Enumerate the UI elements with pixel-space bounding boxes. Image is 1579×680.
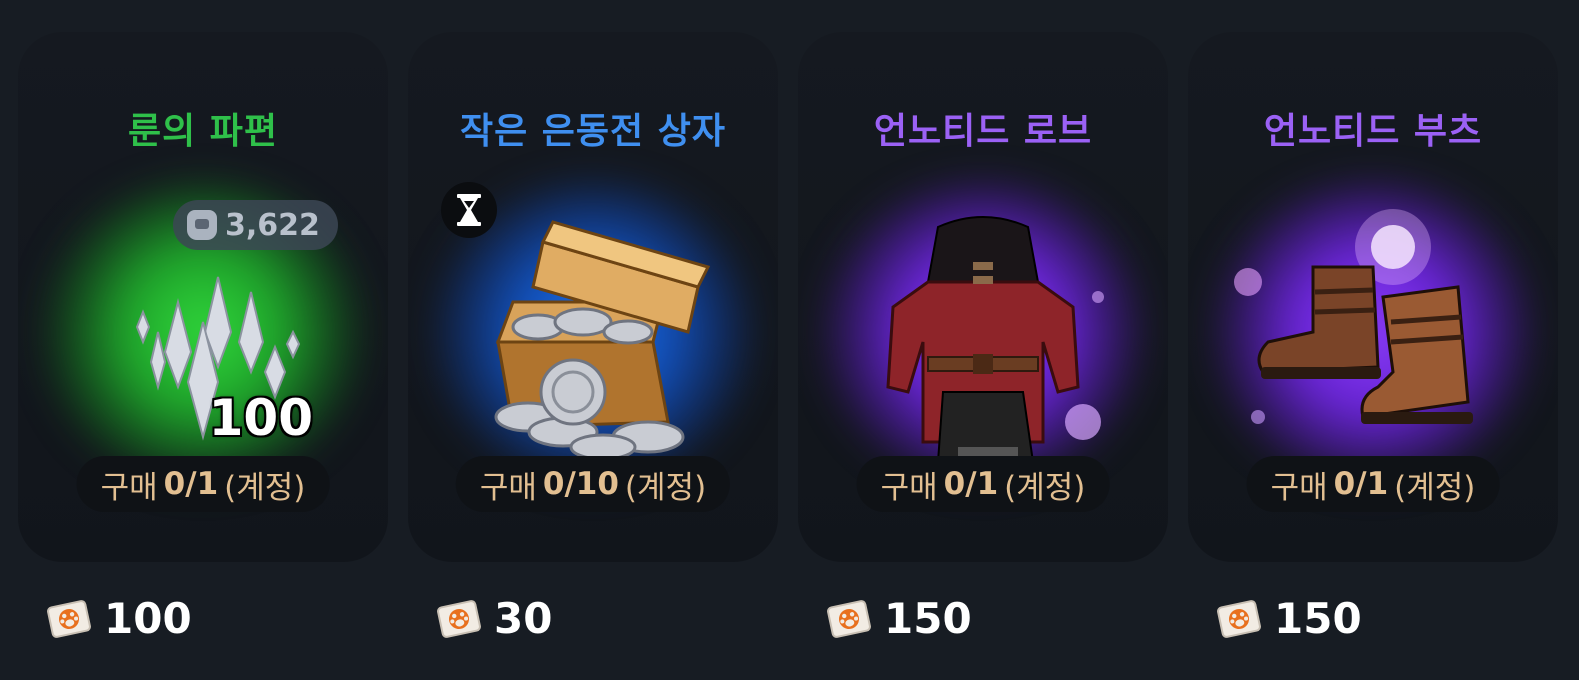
limit-count: 0/1 [943, 466, 999, 502]
price-value: 30 [494, 594, 553, 643]
limit-scope: (계정) [624, 469, 707, 506]
purchase-limit: 구매 0/1 (계정) [856, 456, 1110, 512]
item-card[interactable]: 언노티드 부츠 구매 0/1 (계정) [1188, 32, 1558, 562]
owned-count-badge: 3,622 [173, 200, 338, 250]
limit-label: 구매 [880, 469, 938, 506]
paw-ticket-icon [1217, 599, 1261, 638]
purchase-limit: 구매 0/1 (계정) [76, 456, 330, 512]
price-button[interactable]: 150 [1217, 594, 1362, 643]
limit-scope: (계정) [224, 469, 306, 506]
limit-label: 구매 [479, 469, 537, 506]
shop-item-unnoted-boots: 언노티드 부츠 구매 0/1 (계정) 150 [1188, 32, 1558, 643]
price-button[interactable]: 30 [437, 594, 553, 643]
item-quantity: 100 [208, 389, 313, 447]
limit-count: 0/10 [542, 466, 619, 502]
limit-count: 0/1 [1333, 466, 1389, 502]
shop-grid: 룬의 파편 3,622 100 구매 0/1 (계정) 100 작은 은동전 상… [0, 0, 1579, 680]
coin-chest-icon [494, 220, 711, 461]
shop-item-rune-shard: 룬의 파편 3,622 100 구매 0/1 (계정) 100 [18, 32, 388, 643]
limit-label: 구매 [100, 469, 158, 506]
hourglass-icon[interactable] [441, 182, 497, 238]
shop-item-silver-coin-box: 작은 은동전 상자 구매 0/10 (계정) 30 [408, 32, 778, 643]
item-title: 언노티드 로브 [873, 111, 1093, 152]
boots-icon [1234, 209, 1473, 424]
price-value: 100 [104, 594, 192, 643]
price-button[interactable]: 100 [47, 594, 192, 643]
owned-count: 3,622 [225, 207, 320, 243]
paw-ticket-icon [827, 599, 871, 638]
item-card[interactable]: 언노티드 로브 구매 0/1 (계정) [798, 32, 1168, 562]
limit-count: 0/1 [163, 466, 219, 502]
item-card[interactable]: 룬의 파편 3,622 100 구매 0/1 (계정) [18, 32, 388, 562]
item-title: 작은 은동전 상자 [460, 111, 726, 152]
bag-icon [187, 210, 217, 240]
robe-icon [886, 216, 1104, 469]
limit-label: 구매 [1270, 469, 1328, 506]
item-card[interactable]: 작은 은동전 상자 구매 0/10 (계정) [408, 32, 778, 562]
shop-item-unnoted-robe: 언노티드 로브 구매 0/1 (계정) 150 [798, 32, 1168, 643]
price-value: 150 [1274, 594, 1362, 643]
price-button[interactable]: 150 [827, 594, 972, 643]
limit-scope: (계정) [1394, 469, 1476, 506]
limit-scope: (계정) [1004, 469, 1086, 506]
purchase-limit: 구매 0/1 (계정) [1246, 456, 1500, 512]
item-title: 언노티드 부츠 [1263, 111, 1483, 152]
paw-ticket-icon [47, 599, 91, 638]
item-title: 룬의 파편 [127, 111, 278, 152]
paw-ticket-icon [437, 599, 481, 638]
price-value: 150 [884, 594, 972, 643]
purchase-limit: 구매 0/10 (계정) [455, 456, 731, 512]
